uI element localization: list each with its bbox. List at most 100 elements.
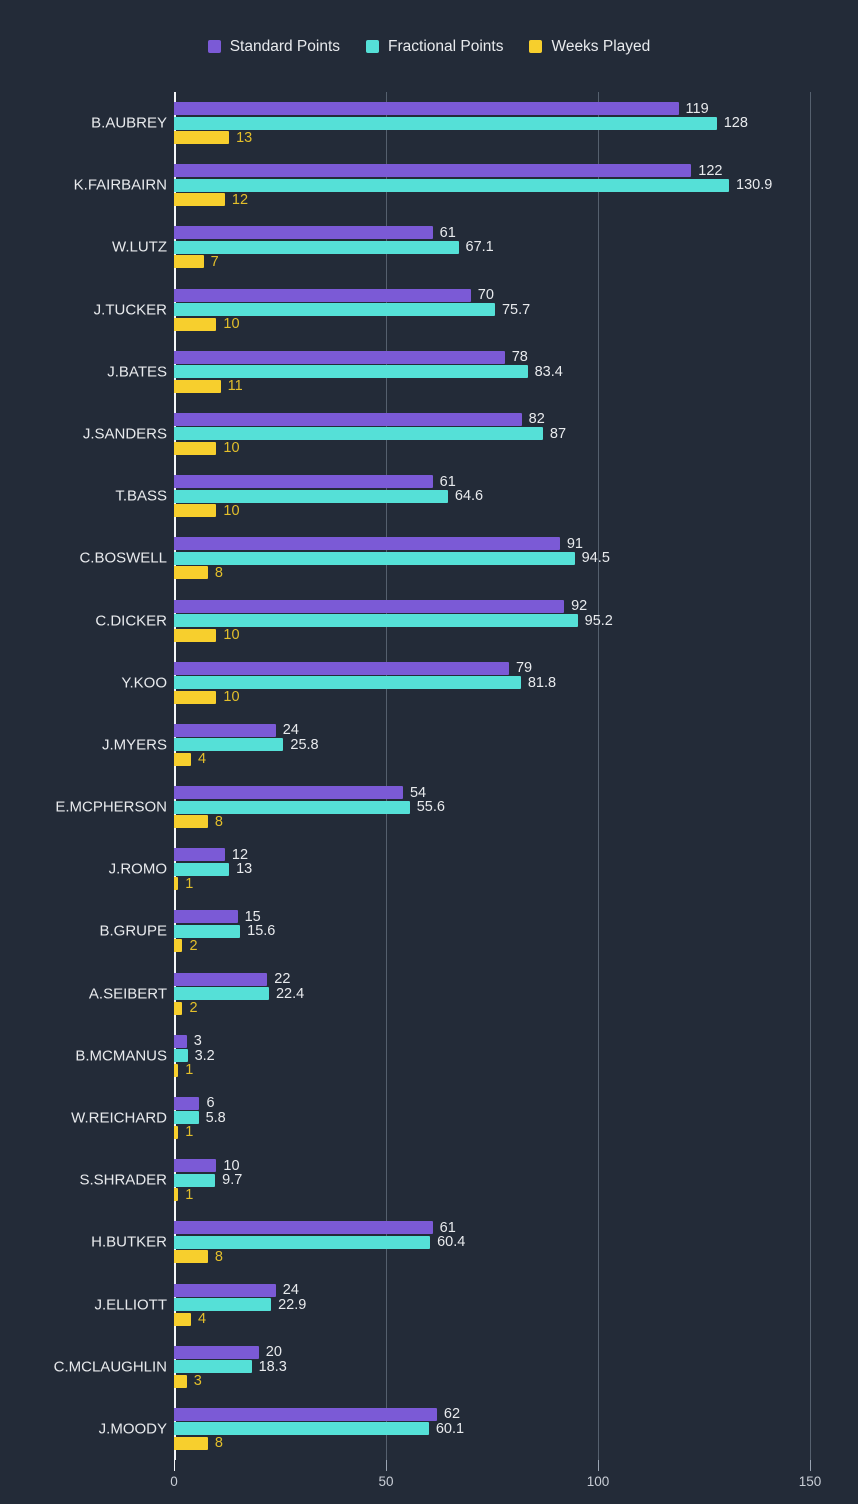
bar-weeks-played[interactable] bbox=[174, 1063, 179, 1077]
bar-fractional-points[interactable] bbox=[174, 676, 521, 690]
bar-weeks-played[interactable] bbox=[174, 441, 217, 455]
bar-fractional-points[interactable] bbox=[174, 240, 459, 254]
bar-standard-points[interactable] bbox=[174, 1034, 187, 1048]
bar-standard-points[interactable] bbox=[174, 226, 433, 240]
bar-fractional-points[interactable] bbox=[174, 800, 410, 814]
bar-standard-points[interactable] bbox=[174, 164, 692, 178]
bar-fractional-points[interactable] bbox=[174, 1298, 272, 1312]
bar-value-label: 70 bbox=[477, 286, 494, 303]
bar-weeks-played[interactable] bbox=[174, 193, 225, 207]
legend-item-0[interactable]: Standard Points bbox=[207, 39, 340, 55]
bar-fractional-points[interactable] bbox=[174, 365, 528, 379]
bar-weeks-played[interactable] bbox=[174, 255, 204, 269]
bar-weeks-played[interactable] bbox=[174, 939, 183, 953]
bar-value-label: 22.9 bbox=[278, 1296, 307, 1313]
bar-value-label: 3 bbox=[193, 1372, 202, 1389]
bar-value-label: 10 bbox=[223, 440, 240, 457]
bar-standard-points[interactable] bbox=[174, 1283, 276, 1297]
bar-standard-points[interactable] bbox=[174, 972, 268, 986]
bar-fractional-points[interactable] bbox=[174, 924, 241, 938]
bar-standard-points[interactable] bbox=[174, 723, 276, 737]
bar-group-0: 54 bbox=[174, 785, 426, 800]
bar-fractional-points[interactable] bbox=[174, 116, 717, 130]
bar-value-label: 13 bbox=[236, 861, 253, 877]
bar-value-label: 79 bbox=[515, 659, 533, 676]
bar-weeks-played[interactable] bbox=[174, 1436, 208, 1450]
bar-weeks-played[interactable] bbox=[174, 566, 208, 580]
bar-fractional-points[interactable] bbox=[174, 987, 269, 1001]
bar-standard-points[interactable] bbox=[174, 848, 225, 862]
x-tick-50 bbox=[386, 1460, 387, 1471]
bar-fractional-points[interactable] bbox=[174, 614, 578, 628]
bar-standard-points[interactable] bbox=[174, 1159, 217, 1173]
bar-standard-points[interactable] bbox=[174, 102, 679, 116]
bar-weeks-played[interactable] bbox=[174, 1250, 208, 1264]
bar-weeks-played[interactable] bbox=[174, 1374, 187, 1388]
bar-fractional-points[interactable] bbox=[174, 1173, 216, 1187]
bar-fractional-points[interactable] bbox=[174, 303, 495, 317]
category-label: C.BOSWELL bbox=[79, 549, 167, 567]
bar-weeks-played[interactable] bbox=[174, 1312, 191, 1326]
bar-standard-points[interactable] bbox=[174, 412, 522, 426]
bar-standard-points[interactable] bbox=[174, 910, 238, 924]
bar-fractional-points[interactable] bbox=[174, 178, 730, 192]
bar-row: W.LUTZ 61 67.1 7 bbox=[112, 216, 810, 278]
bar-group-2: 10 bbox=[174, 441, 240, 455]
bar-fractional-points[interactable] bbox=[174, 862, 230, 876]
bar-weeks-played[interactable] bbox=[174, 379, 221, 393]
bar-weeks-played[interactable] bbox=[174, 1125, 179, 1139]
bar-weeks-played[interactable] bbox=[174, 1001, 183, 1015]
bar-weeks-played[interactable] bbox=[174, 690, 217, 704]
bar-fractional-points[interactable] bbox=[174, 738, 284, 752]
bar-weeks-played[interactable] bbox=[174, 628, 217, 642]
bar-group-1: 9.7 bbox=[174, 1173, 242, 1187]
bar-standard-points[interactable] bbox=[174, 1096, 200, 1110]
bar-weeks-played[interactable] bbox=[174, 317, 217, 331]
bar-weeks-played[interactable] bbox=[174, 877, 179, 891]
bar-group-0: 24 bbox=[174, 723, 299, 737]
bar-standard-points[interactable] bbox=[174, 1345, 259, 1359]
bar-weeks-played[interactable] bbox=[174, 504, 217, 518]
legend-item-1[interactable]: Fractional Points bbox=[366, 39, 503, 55]
bar-group-2: 8 bbox=[174, 1436, 223, 1450]
bar-fractional-points[interactable] bbox=[174, 1422, 429, 1436]
bar-value-label: 8 bbox=[214, 1435, 223, 1452]
category-label: J.ELLIOTT bbox=[94, 1296, 167, 1314]
bar-value-label: 83.4 bbox=[534, 363, 563, 380]
bar-standard-points[interactable] bbox=[174, 599, 565, 613]
bar-group-2: 2 bbox=[174, 939, 198, 953]
bar-fractional-points[interactable] bbox=[174, 427, 543, 441]
bar-standard-points[interactable] bbox=[174, 661, 509, 675]
bar-group-2: 1 bbox=[174, 1125, 193, 1139]
bar-value-label: 128 bbox=[723, 114, 748, 131]
legend-item-2[interactable]: Weeks Played bbox=[529, 39, 650, 55]
bar-standard-points[interactable] bbox=[174, 786, 403, 800]
bar-weeks-played[interactable] bbox=[174, 752, 191, 766]
bar-value-label: 5.8 bbox=[205, 1109, 226, 1126]
bar-fractional-points[interactable] bbox=[174, 1111, 199, 1125]
bar-standard-points[interactable] bbox=[174, 475, 433, 489]
bar-fractional-points[interactable] bbox=[174, 489, 448, 503]
bar-row: W.REICHARD 6 5.8 1 bbox=[71, 1087, 810, 1149]
chart-legend: Standard Points Fractional Points Weeks Pl… bbox=[0, 39, 858, 55]
gridline-150 bbox=[810, 92, 811, 1460]
bar-weeks-played[interactable] bbox=[174, 1188, 179, 1202]
bar-weeks-played[interactable] bbox=[174, 131, 230, 145]
bar-standard-points[interactable] bbox=[174, 537, 560, 551]
bar-group-2: 4 bbox=[174, 1312, 206, 1326]
bar-row: T.BASS 61 64.6 10 bbox=[115, 465, 810, 527]
bar-value-label: 4 bbox=[197, 751, 207, 768]
bar-fractional-points[interactable] bbox=[174, 1360, 252, 1374]
bar-fractional-points[interactable] bbox=[174, 1049, 188, 1063]
bar-row: C.BOSWELL 91 94.5 8 bbox=[79, 527, 810, 589]
bar-value-label: 122 bbox=[698, 162, 723, 179]
bar-fractional-points[interactable] bbox=[174, 1235, 431, 1249]
bar-weeks-played[interactable] bbox=[174, 815, 208, 829]
bar-standard-points[interactable] bbox=[174, 288, 471, 302]
bar-row: C.DICKER 92 95.2 10 bbox=[95, 589, 810, 651]
bar-standard-points[interactable] bbox=[174, 350, 505, 364]
bar-standard-points[interactable] bbox=[174, 1407, 437, 1421]
bar-group-1: 60.1 bbox=[174, 1422, 464, 1436]
bar-fractional-points[interactable] bbox=[174, 551, 575, 565]
bar-standard-points[interactable] bbox=[174, 1221, 433, 1235]
